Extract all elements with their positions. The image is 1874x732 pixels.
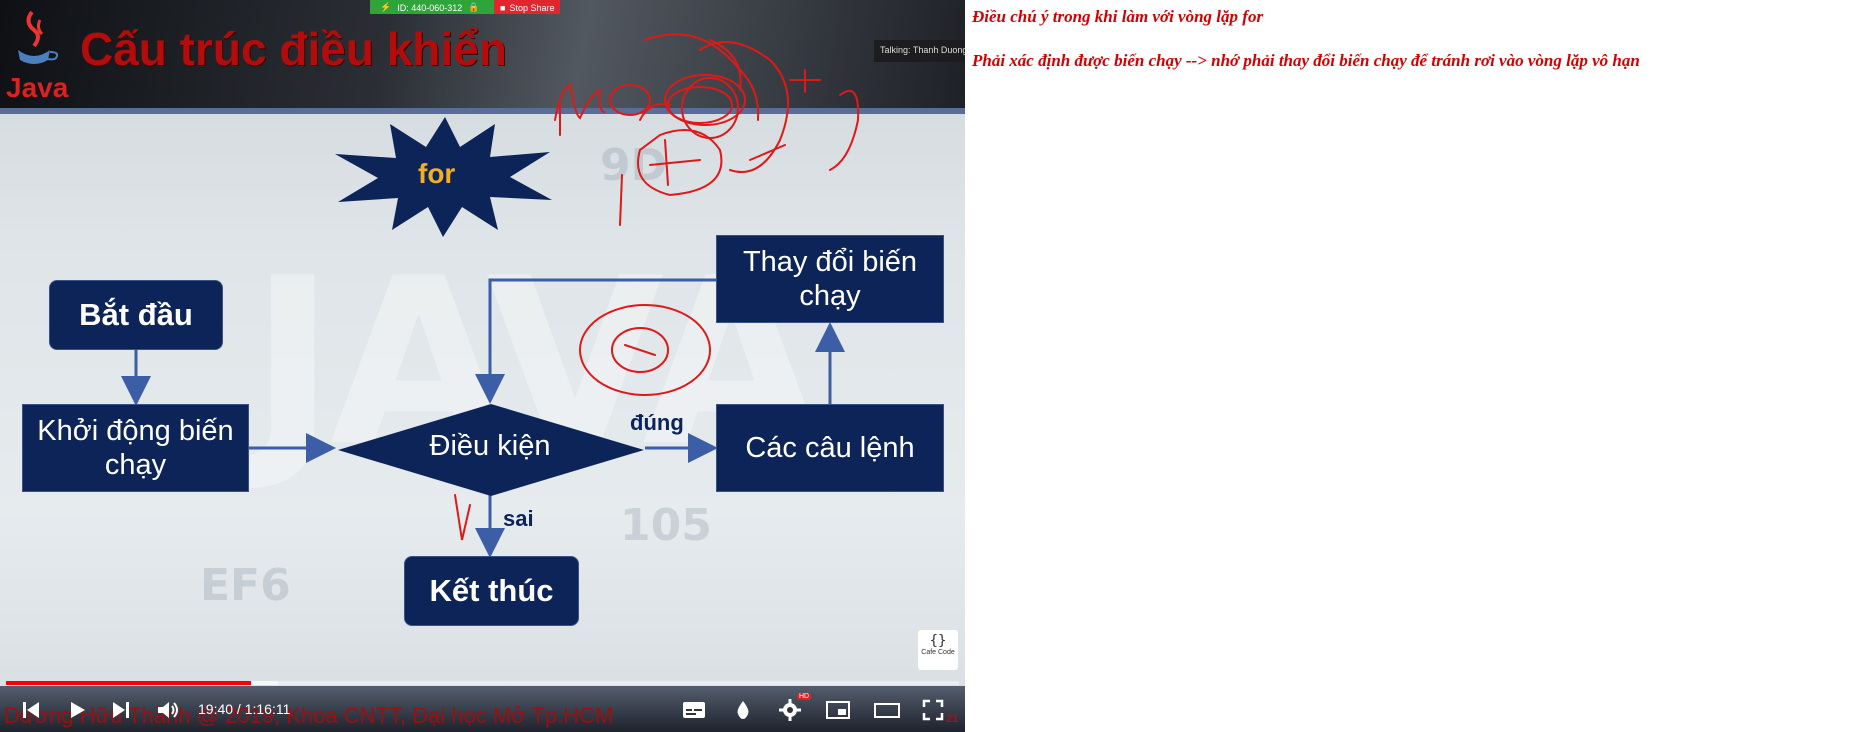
flow-condition-label: Điều kiện: [429, 430, 551, 462]
progress-bar[interactable]: [6, 681, 959, 685]
play-icon: [71, 702, 85, 718]
skip-next-icon: [113, 702, 129, 718]
previous-button[interactable]: [20, 696, 42, 724]
theater-mode-button[interactable]: [874, 696, 900, 724]
fullscreen-icon: [922, 699, 944, 721]
slide-footer: Dương Hữu Thành @ 2019, Khoa CNTT, Đại h…: [4, 703, 614, 728]
ambient-mode-button[interactable]: [734, 696, 752, 724]
next-button[interactable]: [110, 696, 132, 724]
flow-end-node: Kết thúc: [404, 556, 579, 626]
note-line-2: Phải xác định được biến chạy --> nhớ phả…: [972, 51, 1640, 70]
droplet-icon: [737, 701, 749, 719]
skip-previous-icon: [23, 702, 39, 718]
miniplayer-icon: [826, 701, 850, 719]
hd-badge: HD: [797, 693, 812, 700]
progress-played: [6, 681, 252, 685]
gear-icon: [779, 699, 801, 721]
settings-button[interactable]: [779, 696, 801, 724]
flow-start-node: Bắt đầu: [49, 280, 223, 350]
true-branch-label: đúng: [630, 410, 684, 435]
flow-init-node: Khởi động biến chạy: [22, 404, 249, 492]
cafe-code-logo: {} Cafe Code: [918, 630, 958, 670]
fullscreen-button[interactable]: [922, 696, 944, 724]
flow-statements-node: Các câu lệnh: [716, 404, 944, 492]
subtitles-button[interactable]: [682, 696, 706, 724]
video-player[interactable]: JAVA 9D 105 EF6 Java Cấu trúc điều khiển…: [0, 0, 965, 732]
miniplayer-button[interactable]: [826, 696, 850, 724]
braces-icon: {}: [929, 633, 947, 649]
play-button[interactable]: [66, 696, 88, 724]
theater-icon: [874, 703, 900, 718]
false-branch-label: sai: [503, 506, 534, 531]
cafe-code-text: Cafe Code: [921, 649, 955, 656]
flow-update-node: Thay đổi biến chạy: [716, 235, 944, 323]
volume-button[interactable]: [156, 696, 180, 724]
volume-icon: [158, 702, 178, 718]
slide-number: 21: [946, 713, 959, 725]
time-display: 19:40 / 1:16:11: [198, 701, 291, 717]
subtitles-icon: [683, 702, 705, 718]
note-line-1: Điều chú ý trong khi làm với vòng lặp fo…: [972, 7, 1264, 26]
